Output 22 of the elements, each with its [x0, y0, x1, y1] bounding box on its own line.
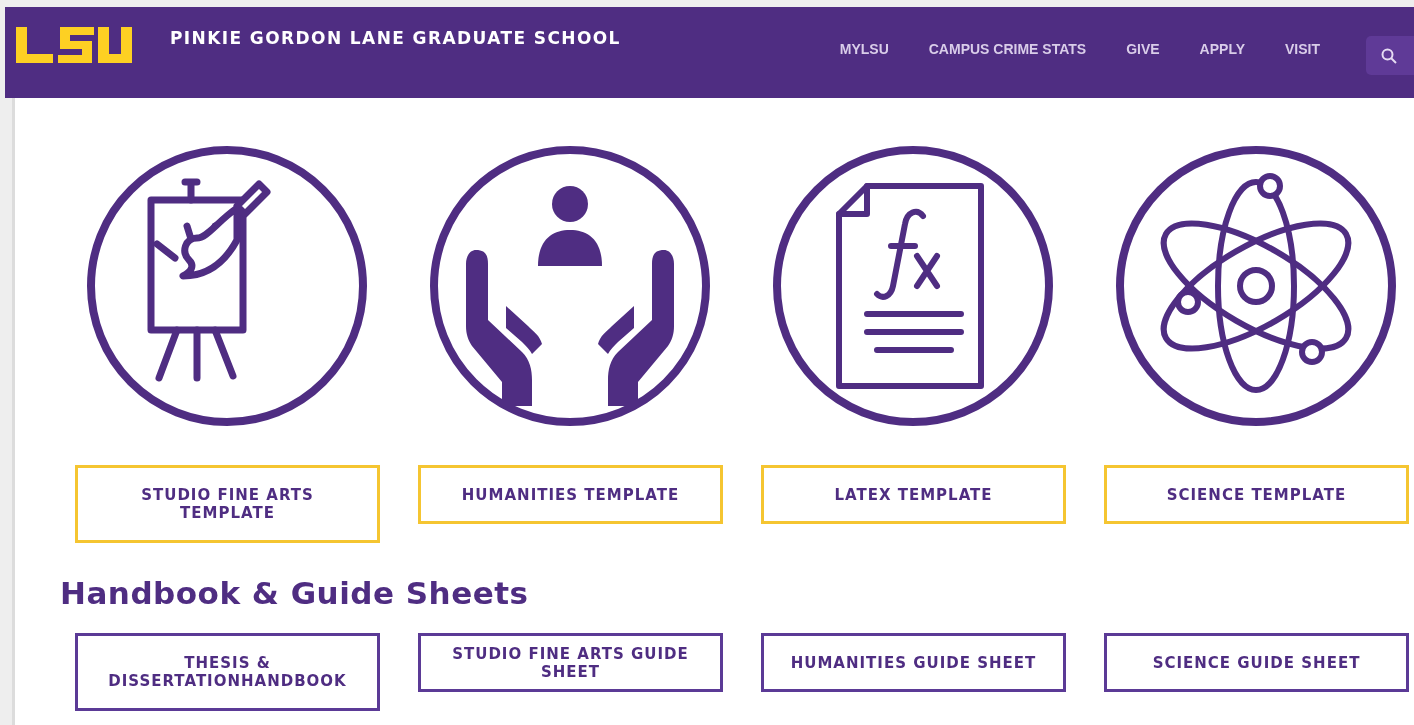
nav-link[interactable]: CAMPUS CRIME STATS	[908, 40, 1107, 58]
nav-link[interactable]: VISIT	[1265, 40, 1340, 58]
atom-icon	[1160, 173, 1351, 393]
formula-document-icon	[835, 183, 984, 389]
search-button[interactable]	[1366, 36, 1414, 75]
nav-link[interactable]: MYLSU	[819, 40, 909, 58]
link-button[interactable]: LATEX TEMPLATE	[761, 465, 1066, 524]
link-button[interactable]: HUMANITIES GUIDE SHEET	[761, 633, 1066, 692]
hands-icon	[465, 186, 674, 406]
link-button[interactable]: SCIENCE GUIDE SHEET	[1104, 633, 1409, 692]
link-button[interactable]: THESIS & DISSERTATIONHANDBOOK	[75, 633, 380, 711]
section-heading: Handbook & Guide Sheets	[60, 575, 530, 613]
easel-icon	[147, 178, 270, 382]
nav-link[interactable]: APPLY	[1179, 40, 1265, 58]
logo-icon[interactable]	[16, 27, 132, 63]
link-button[interactable]: SCIENCE TEMPLATE	[1104, 465, 1409, 524]
nav-link[interactable]: GIVE	[1106, 40, 1180, 58]
site-title: PINKIE GORDON LANE GRADUATE SCHOOL	[170, 28, 621, 48]
search-icon	[1381, 47, 1397, 64]
link-button[interactable]: STUDIO FINE ARTS GUIDE SHEET	[418, 633, 723, 692]
link-button[interactable]: HUMANITIES TEMPLATE	[418, 465, 723, 524]
link-button[interactable]: STUDIO FINE ARTS TEMPLATE	[75, 465, 380, 543]
